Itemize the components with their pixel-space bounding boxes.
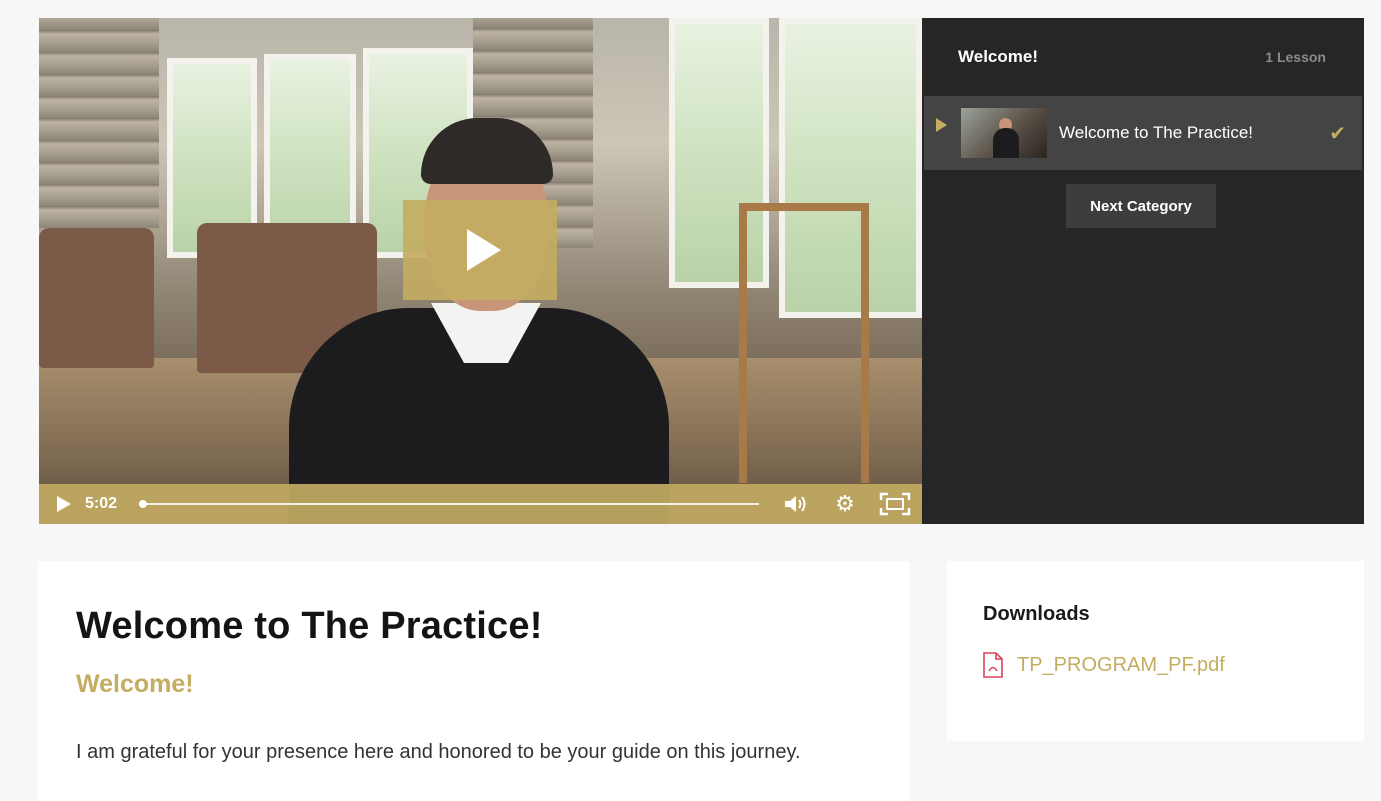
checkmark-icon: ✔ (1329, 121, 1346, 145)
lesson-title: Welcome to The Practice! (1059, 123, 1254, 142)
progress-handle[interactable] (139, 500, 147, 508)
video-controls-bar: 5:02 ⚙ (39, 484, 922, 524)
downloads-heading: Downloads (983, 603, 1090, 625)
fullscreen-icon (879, 492, 911, 516)
download-filename: TP_PROGRAM_PF.pdf (1017, 653, 1225, 676)
wooden-chair (739, 203, 869, 483)
fullscreen-button[interactable] (869, 484, 921, 524)
lesson-sidebar: Welcome! 1 Lesson Welcome to The Practic… (922, 18, 1364, 524)
lesson-content-card: Welcome to The Practice! Welcome! I am g… (38, 561, 910, 801)
lesson-count: 1 Lesson (1265, 49, 1326, 65)
lesson-item[interactable]: Welcome to The Practice! ✔ (924, 96, 1362, 170)
video-player[interactable]: 5:02 ⚙ (39, 18, 922, 524)
lesson-player-area: 5:02 ⚙ Welcome! 1 Lesson Welcome to The … (39, 18, 1364, 524)
big-play-button[interactable] (403, 200, 557, 300)
gear-icon: ⚙ (835, 491, 855, 517)
progress-track (139, 503, 759, 505)
play-icon (57, 496, 71, 512)
stone-wall (39, 18, 159, 228)
current-lesson-arrow-icon (936, 118, 947, 132)
volume-button[interactable] (771, 484, 821, 524)
lesson-heading: Welcome to The Practice! (76, 605, 543, 647)
video-duration: 5:02 (85, 495, 118, 512)
downloads-card: Downloads TP_PROGRAM_PF.pdf (947, 561, 1364, 741)
category-title: Welcome! (958, 47, 1038, 66)
pdf-file-icon (983, 652, 1003, 678)
download-link[interactable]: TP_PROGRAM_PF.pdf (983, 652, 1328, 678)
lesson-body-text: I am grateful for your presence here and… (76, 741, 801, 763)
category-header: Welcome! 1 Lesson (922, 18, 1364, 96)
progress-bar[interactable] (139, 497, 759, 511)
next-category-button[interactable]: Next Category (1066, 184, 1216, 228)
settings-button[interactable]: ⚙ (821, 484, 869, 524)
lesson-subheading: Welcome! (76, 670, 194, 698)
play-icon (467, 229, 501, 271)
play-button[interactable] (39, 484, 85, 524)
volume-icon (785, 496, 806, 512)
lesson-thumbnail (961, 108, 1047, 158)
armchair (39, 228, 154, 368)
